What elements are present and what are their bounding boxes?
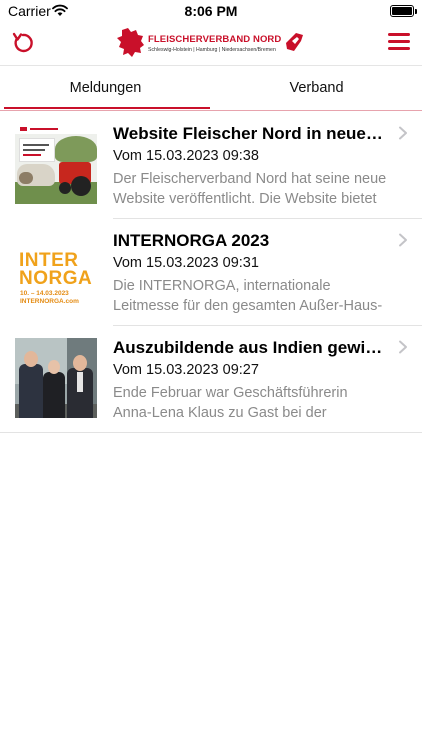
news-title: INTERNORGA 2023 [113, 231, 270, 250]
news-excerpt: Der Fleischerverband Nord hat seine neue… [113, 169, 405, 209]
refresh-icon[interactable] [10, 30, 36, 56]
news-date: Vom 15.03.2023 09:38 [113, 148, 259, 164]
tab-meldungen[interactable]: Meldungen [0, 67, 211, 111]
news-date: Vom 15.03.2023 09:27 [113, 362, 259, 378]
group-photo-thumbnail [15, 338, 97, 418]
row-separator [0, 432, 422, 433]
chevron-right-icon [399, 233, 407, 247]
tab-selection-indicator [4, 107, 210, 109]
fleischerverband-logo: FLEISCHERVERBAND NORD Schleswig-Holstein… [116, 27, 306, 61]
battery-cap [415, 9, 417, 14]
navigation-bar: FLEISCHERVERBAND NORD Schleswig-Holstein… [0, 24, 422, 66]
news-excerpt-line: Der Fleischerverband Nord hat seine neue [113, 171, 387, 187]
internorga-logo-thumbnail: INTER NORGA 10. – 14.03.2023 INTERNORGA.… [15, 231, 97, 311]
chevron-right-icon [399, 340, 407, 354]
logo-title: FLEISCHERVERBAND NORD [148, 34, 282, 45]
news-excerpt: Die INTERNORGA, internationale Leitmesse… [113, 276, 405, 316]
news-title: Auszubildende aus Indien gewi… [113, 338, 383, 357]
news-date: Vom 15.03.2023 09:31 [113, 255, 259, 271]
news-item[interactable]: Website Fleischer Nord in neue… Vom 15.0… [0, 112, 422, 219]
news-item[interactable]: Auszubildende aus Indien gewi… Vom 15.03… [0, 326, 422, 433]
battery-icon [390, 5, 414, 17]
website-screenshot-thumbnail [15, 124, 97, 204]
internorga-url: INTERNORGA.com [20, 298, 79, 305]
internorga-logo-text: NORGA [19, 268, 93, 289]
logo-emblem-icon [286, 33, 303, 51]
status-bar: Carrier 8:06 PM [0, 0, 422, 24]
map-logo-icon [117, 28, 144, 57]
logo-subtitle: Schleswig-Holstein | Hamburg | Niedersac… [148, 47, 276, 53]
news-excerpt: Ende Februar war Geschäftsführerin Anna-… [113, 383, 405, 423]
news-excerpt-line: Ende Februar war Geschäftsführerin [113, 385, 348, 401]
hamburger-menu-icon[interactable] [388, 33, 410, 51]
news-excerpt-line: Website veröffentlicht. Die Website biet… [113, 191, 377, 207]
news-item[interactable]: INTER NORGA 10. – 14.03.2023 INTERNORGA.… [0, 219, 422, 326]
clock: 8:06 PM [184, 3, 238, 19]
internorga-dates: 10. – 14.03.2023 [20, 290, 69, 297]
tab-verband[interactable]: Verband [211, 67, 422, 111]
news-title: Website Fleischer Nord in neue… [113, 124, 383, 143]
news-list: Website Fleischer Nord in neue… Vom 15.0… [0, 112, 422, 433]
chevron-right-icon [399, 126, 407, 140]
news-excerpt-line: Anna-Lena Klaus zu Gast bei der [113, 405, 327, 421]
news-excerpt-line: Die INTERNORGA, internationale [113, 278, 331, 294]
segment-tabs: Meldungen Verband [0, 67, 422, 111]
news-excerpt-line: Leitmesse für den gesamten Außer-Haus- [113, 298, 383, 314]
